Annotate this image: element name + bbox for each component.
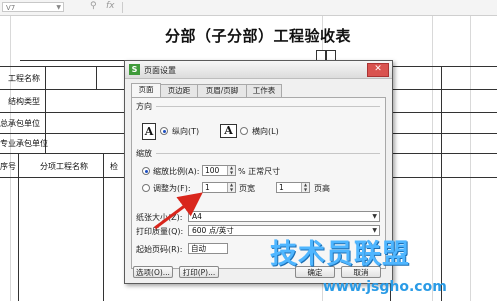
table-border [390,177,497,178]
table-border [0,133,124,134]
table-border [390,153,497,154]
fit-pages-tall-input[interactable]: 1 ▲ ▼ [276,182,310,193]
table-border [390,66,497,67]
adjust-to-radio[interactable] [142,167,150,175]
row-label-general-contractor: 总承包单位 [0,119,40,128]
portrait-label[interactable]: 纵向(T) [172,126,199,137]
header-seq: 序号 [0,162,16,171]
landscape-radio[interactable] [240,127,248,135]
fit-pages-tall-value: 1 [279,183,284,192]
print-quality-label: 打印质量(Q): [136,227,184,236]
print-quality-value: 600 点/英寸 [192,226,234,235]
formula-bar: V7 ▼ ⚲ fx [0,0,497,16]
fit-to-label[interactable]: 调整为(F): [153,183,191,194]
table-border [390,89,497,90]
fit-pages-wide-input[interactable]: 1 ▲ ▼ [202,182,236,193]
gridline [10,16,11,301]
header-subitem-name: 分项工程名称 [40,162,88,171]
table-border [18,153,19,301]
table-border [0,89,124,90]
fit-pages-wide-value: 1 [205,183,210,192]
divider [156,153,380,154]
scaling-group-label: 缩放 [136,149,152,158]
landscape-page-icon: A [220,124,237,138]
table-border [96,66,97,90]
scale-percent-suffix: % 正常尺寸 [238,167,281,176]
first-page-number-value: 自动 [191,244,206,253]
options-button[interactable]: 选项(O)... [133,266,173,278]
tab-margins[interactable]: 页边距 [160,84,198,97]
orientation-group-label: 方向 [136,102,152,111]
zoom-icon[interactable]: ⚲ [90,1,97,11]
paper-size-select[interactable]: A4 ▼ [188,211,380,222]
scale-percent-value: 100 [205,166,220,175]
table-border [390,112,497,113]
watermark-url: www.jsgho.com [323,279,447,295]
spinner-icon[interactable]: ▲ ▼ [301,182,309,192]
tab-header-footer[interactable]: 页眉/页脚 [197,84,247,97]
header-check: 检 [110,162,118,171]
first-page-number-label: 起始页码(R): [136,245,183,254]
print-button[interactable]: 打印(P)... [179,266,219,278]
name-box[interactable]: V7 ▼ [2,2,64,12]
row-label-structure-type: 结构类型 [8,97,40,106]
portrait-page-icon: A [142,123,156,140]
name-box-value: V7 [6,4,16,12]
row-label-specialty-contractor: 专业承包单位 [0,139,48,148]
tab-page[interactable]: 页面 [131,83,161,98]
dialog-titlebar[interactable]: S 页面设置 ✕ [125,61,392,79]
close-icon[interactable]: ✕ [367,63,389,77]
watermark-logo-text: 技术员联盟 [270,239,410,270]
pages-wide-suffix: 页宽 [239,184,255,193]
fit-to-radio[interactable] [142,184,150,192]
chevron-down-icon[interactable]: ▼ [372,212,377,221]
spinner-icon[interactable]: ▲ ▼ [227,182,235,192]
table-border [441,66,442,301]
table-border [0,66,124,67]
dialog-title: 页面设置 [144,66,176,75]
table-border [103,153,104,301]
app-icon: S [129,64,140,75]
paper-size-label: 纸张大小(Z): [136,213,183,222]
gridline [432,16,433,301]
tab-sheet[interactable]: 工作表 [246,84,282,97]
gridline [470,16,471,301]
scale-percent-input[interactable]: 100 ▲ ▼ [202,165,236,176]
row-label-project-name: 工程名称 [8,74,40,83]
table-border [390,133,497,134]
table-border [0,112,124,113]
pages-tall-suffix: 页高 [314,184,330,193]
spinner-icon[interactable]: ▲ ▼ [227,165,235,175]
chevron-down-icon[interactable]: ▼ [56,3,61,13]
paper-size-value: A4 [192,212,202,221]
portrait-radio[interactable] [160,127,168,135]
divider [156,106,380,107]
adjust-to-label[interactable]: 缩放比例(A): [153,166,199,177]
first-page-number-input[interactable]: 自动 [188,243,228,254]
formula-separator [122,2,123,13]
fx-icon[interactable]: fx [106,1,115,11]
sheet-title: 分部（子分部）工程验收表 [165,27,352,45]
landscape-label[interactable]: 横向(L) [252,126,279,137]
